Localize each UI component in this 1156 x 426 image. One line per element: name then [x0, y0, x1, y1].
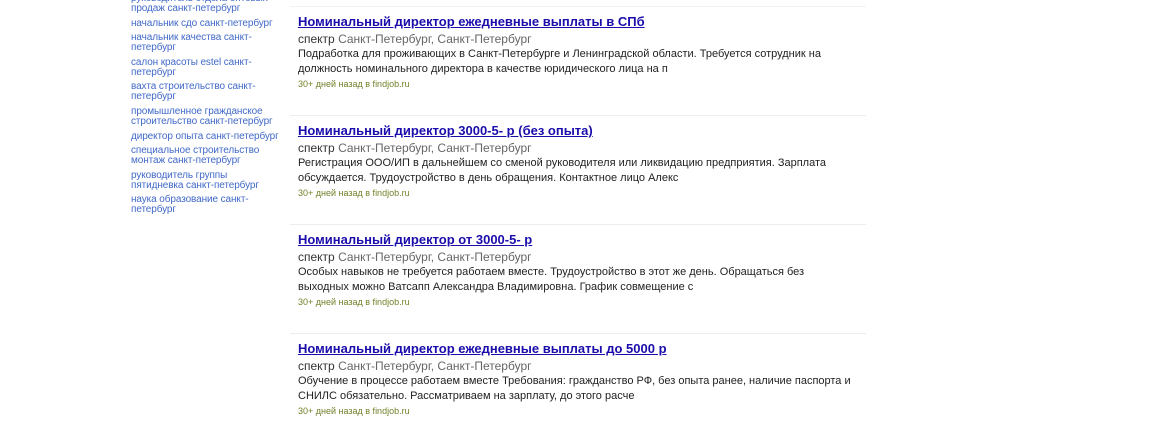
- job-result-card: Номинальный директор от 3000-5- р спектр…: [290, 224, 866, 333]
- related-search-link[interactable]: начальник сдо санкт-петербург: [131, 18, 281, 29]
- job-date-source: 30+ дней назад в findjob.ru: [298, 79, 410, 89]
- job-description: Подработка для проживающих в Санкт-Петер…: [298, 48, 821, 75]
- job-location: Санкт-Петербург, Санкт-Петербург: [338, 250, 532, 264]
- search-results-page: руководитель отдела оптовых продаж санкт…: [0, 0, 1156, 426]
- job-description: Обучение в процессе работаем вместе Треб…: [298, 375, 851, 402]
- company-name: спектр: [298, 359, 335, 373]
- job-company-location: спектр Санкт-Петербург, Санкт-Петербург: [298, 249, 858, 265]
- job-location: Санкт-Петербург, Санкт-Петербург: [338, 359, 532, 373]
- job-results-list: Номинальный директор ежедневные выплаты …: [290, 6, 866, 426]
- job-location: Санкт-Петербург, Санкт-Петербург: [338, 32, 532, 46]
- related-searches-sidebar: руководитель отдела оптовых продаж санкт…: [131, 0, 281, 220]
- job-description: Особых навыков не требуется работаем вме…: [298, 266, 805, 293]
- job-title-link[interactable]: Номинальный директор от 3000-5- р: [298, 232, 858, 248]
- job-company-location: спектр Санкт-Петербург, Санкт-Петербург: [298, 358, 858, 374]
- job-description: Регистрация ООО/ИП в дальнейшем со смено…: [298, 157, 826, 184]
- company-name: спектр: [298, 141, 335, 155]
- company-name: спектр: [298, 250, 335, 264]
- related-search-link[interactable]: промышленное гражданское строительство с…: [131, 106, 281, 127]
- job-title-link[interactable]: Номинальный директор ежедневные выплаты …: [298, 14, 858, 30]
- job-date-source: 30+ дней назад в findjob.ru: [298, 297, 410, 307]
- related-search-link[interactable]: начальник качества санкт-петербург: [131, 33, 281, 53]
- job-result-card: Номинальный директор ежедневные выплаты …: [290, 6, 866, 115]
- related-search-link[interactable]: специальное строительство монтаж санкт-п…: [131, 146, 281, 166]
- job-date-source: 30+ дней назад в findjob.ru: [298, 406, 410, 416]
- job-title-link[interactable]: Номинальный директор ежедневные выплаты …: [298, 341, 858, 357]
- job-title-link[interactable]: Номинальный директор 3000-5- р (без опыт…: [298, 123, 858, 139]
- job-date-source: 30+ дней назад в findjob.ru: [298, 188, 410, 198]
- related-search-link[interactable]: директор опыта санкт-петербург: [131, 131, 281, 142]
- job-company-location: спектр Санкт-Петербург, Санкт-Петербург: [298, 140, 858, 156]
- related-search-link[interactable]: руководитель группы пятидневка санкт-пет…: [131, 170, 281, 191]
- related-search-link[interactable]: руководитель отдела оптовых продаж санкт…: [131, 0, 281, 14]
- company-name: спектр: [298, 32, 335, 46]
- job-location: Санкт-Петербург, Санкт-Петербург: [338, 141, 532, 155]
- related-search-link[interactable]: салон красоты estel санкт-петербург: [131, 57, 281, 78]
- job-company-location: спектр Санкт-Петербург, Санкт-Петербург: [298, 31, 858, 47]
- job-result-card: Номинальный директор 3000-5- р (без опыт…: [290, 115, 866, 224]
- related-search-link[interactable]: вахта строительство санкт-петербург: [131, 82, 281, 102]
- related-search-link[interactable]: наука образование санкт-петербург: [131, 195, 281, 215]
- job-result-card: Номинальный директор ежедневные выплаты …: [290, 333, 866, 426]
